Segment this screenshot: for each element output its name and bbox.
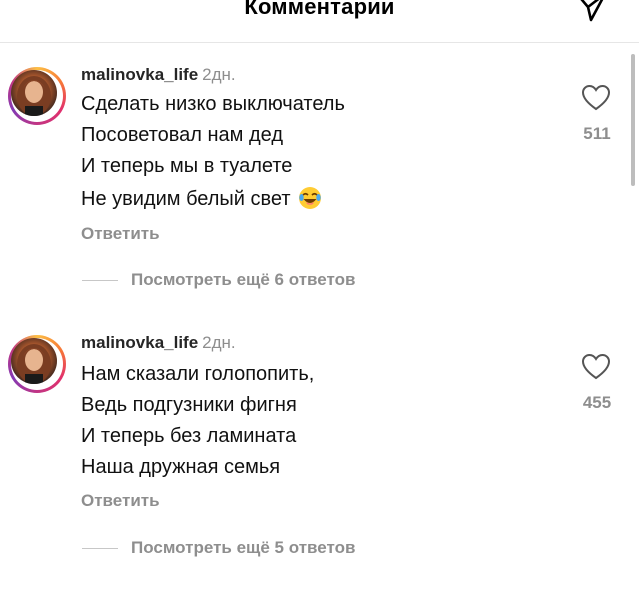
comment-line: Наша дружная семья [81,456,281,478]
comment-line-text: Не увидим белый свет [81,188,291,210]
paper-plane-icon[interactable] [573,0,609,24]
divider [82,548,118,549]
view-replies-label: Посмотреть ещё 5 ответов [131,538,356,557]
comment-line: Ведь подгузники фигня [81,394,297,416]
heart-icon [581,353,611,380]
like-count: 455 [582,393,612,412]
reply-button[interactable]: Ответить [81,491,160,511]
comment-meta: malinovka_life 2дн. [81,65,236,85]
scrollbar[interactable] [631,54,635,186]
username[interactable]: malinovka_life [81,65,198,84]
comment-line: Посоветовал нам дед [81,124,284,146]
like-button[interactable] [581,353,611,385]
comment-line: И теперь мы в туалете [81,154,292,178]
comment-line: Сделать низко выключатель [81,93,345,115]
face-with-tears-of-joy-icon [298,186,322,210]
comment-line-text: И теперь мы в туалете [81,155,293,177]
comment-line: Не увидим белый свет [81,186,322,211]
comment-line: Нам сказали голопопить, [81,363,315,385]
avatar[interactable] [8,67,66,125]
view-replies-label: Посмотреть ещё 6 ответов [131,270,356,289]
comment-line: И теперь без ламината [81,425,297,447]
like-count: 511 [583,124,611,143]
comments-screen: Комментарии malinovka_life 2дн. Сделать … [0,0,639,600]
divider [82,280,118,281]
avatar-image [11,338,57,384]
like-button[interactable] [581,84,611,116]
reply-button[interactable]: Ответить [81,224,160,244]
comment-meta: malinovka_life 2дн. [81,333,236,353]
comment-time: 2дн. [202,65,236,84]
avatar-image [11,70,57,116]
comments-header: Комментарии [0,0,639,43]
avatar[interactable] [8,335,66,393]
heart-icon [581,84,611,111]
comment-time: 2дн. [202,333,236,352]
username[interactable]: malinovka_life [81,333,198,352]
page-title: Комментарии [244,0,395,19]
